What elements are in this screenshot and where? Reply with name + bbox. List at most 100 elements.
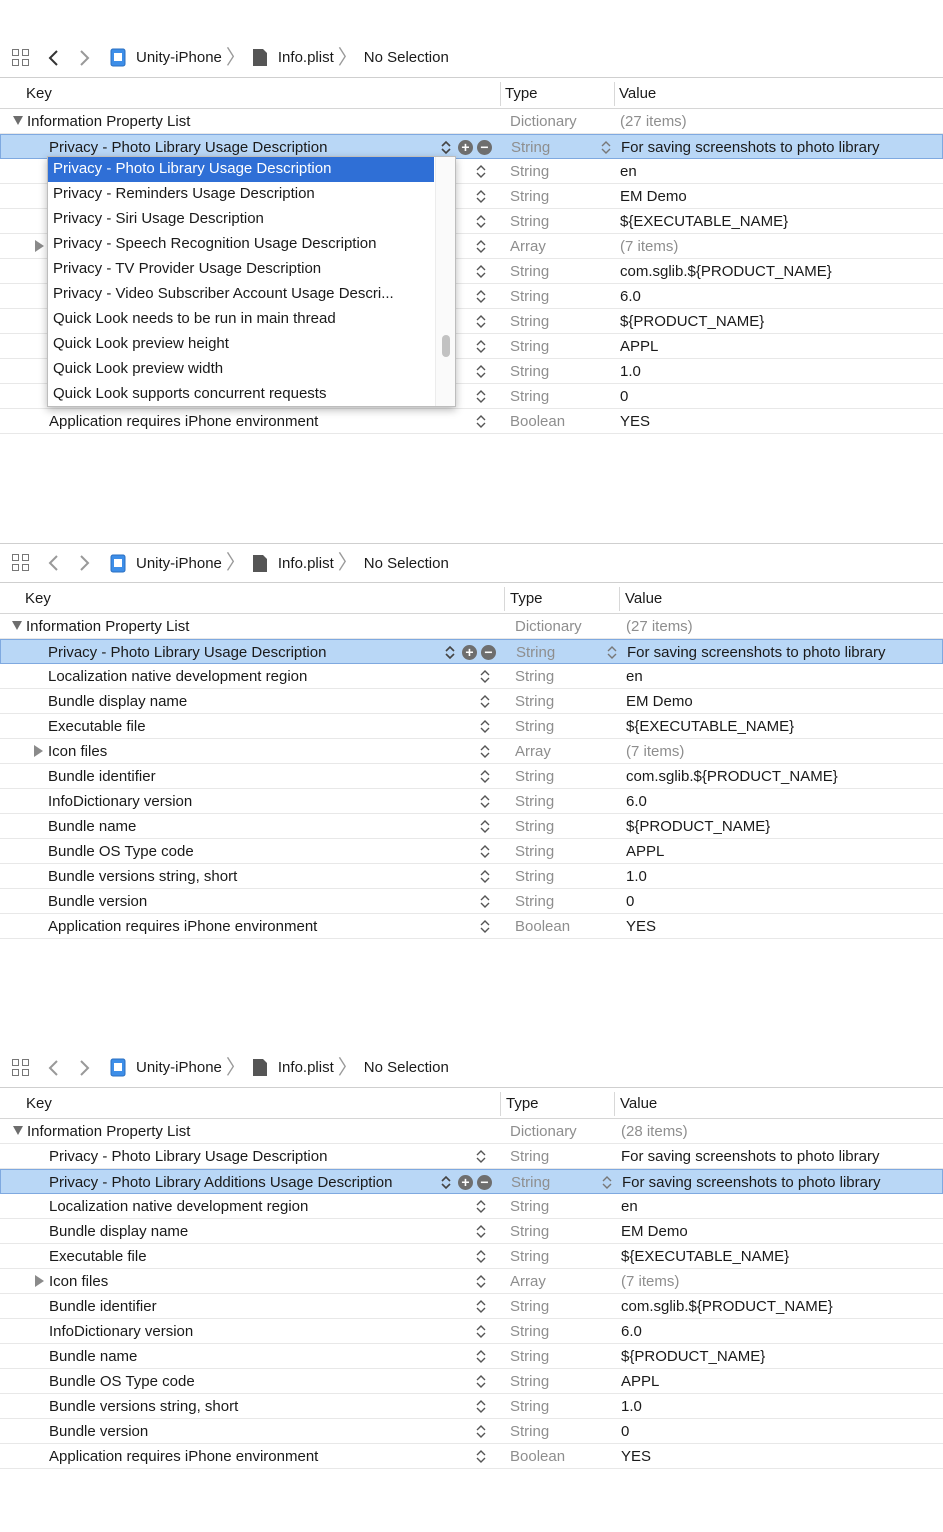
back-arrow-icon[interactable] [46, 1058, 60, 1078]
up-down-stepper-icon[interactable] [480, 794, 490, 809]
column-divider[interactable] [619, 587, 620, 611]
table-row[interactable]: Privacy - Photo Library Usage Descriptio… [0, 1144, 943, 1169]
table-row[interactable]: Localization native development region S… [0, 664, 943, 689]
table-row[interactable]: Application requires iPhone environment … [0, 914, 943, 939]
dropdown-item[interactable]: Privacy - TV Provider Usage Description [48, 257, 434, 282]
up-down-stepper-icon[interactable] [480, 744, 490, 759]
up-down-stepper-icon[interactable] [476, 339, 486, 354]
table-row[interactable]: Bundle name String ${PRODUCT_NAME} [0, 1344, 943, 1369]
key-cell[interactable]: Privacy - Photo Library Additions Usage … [49, 1174, 393, 1191]
up-down-stepper-icon[interactable] [476, 1199, 486, 1214]
root-row[interactable]: Information Property List Dictionary (27… [0, 614, 943, 639]
up-down-stepper-icon[interactable] [480, 919, 490, 934]
breadcrumb-project[interactable]: Unity-iPhone [110, 1058, 222, 1077]
disclosure-right-icon[interactable] [35, 1275, 44, 1287]
dropdown-item[interactable]: Quick Look needs to be run in main threa… [48, 307, 434, 332]
column-header-key[interactable]: Key [25, 590, 51, 607]
up-down-stepper-icon[interactable] [476, 1424, 486, 1439]
column-divider[interactable] [500, 82, 501, 106]
breadcrumb-file[interactable]: Info.plist [252, 1058, 334, 1077]
remove-circle-icon[interactable]: − [481, 645, 496, 660]
dropdown-scrollbar[interactable] [435, 157, 455, 406]
column-header-key[interactable]: Key [26, 85, 52, 102]
column-header-type[interactable]: Type [506, 1095, 539, 1112]
dropdown-item[interactable]: Privacy - Speech Recognition Usage Descr… [48, 232, 434, 257]
table-row[interactable]: Bundle identifier String com.sglib.${PRO… [0, 764, 943, 789]
related-items-grid-icon[interactable] [12, 1058, 30, 1077]
up-down-stepper-icon[interactable] [441, 1175, 451, 1190]
dropdown-scrollbar-thumb[interactable] [442, 335, 450, 357]
column-header-value[interactable]: Value [619, 85, 656, 102]
table-row[interactable]: Bundle version String 0 [0, 889, 943, 914]
back-arrow-icon[interactable] [46, 48, 60, 68]
key-cell[interactable]: Privacy - Photo Library Usage Descriptio… [49, 139, 327, 156]
up-down-stepper-icon[interactable] [480, 869, 490, 884]
table-row[interactable]: Bundle versions string, short String 1.0 [0, 1394, 943, 1419]
up-down-stepper-icon[interactable] [476, 264, 486, 279]
disclosure-down-icon[interactable] [13, 1126, 23, 1135]
up-down-stepper-icon[interactable] [476, 289, 486, 304]
up-down-stepper-icon[interactable] [476, 1399, 486, 1414]
up-down-stepper-icon[interactable] [602, 1175, 612, 1190]
breadcrumb-file[interactable]: Info.plist [252, 48, 334, 67]
dropdown-item[interactable]: Quick Look preview height [48, 332, 434, 357]
up-down-stepper-icon[interactable] [476, 314, 486, 329]
root-row[interactable]: Information Property List Dictionary (28… [0, 1119, 943, 1144]
disclosure-right-icon[interactable] [34, 745, 43, 757]
up-down-stepper-icon[interactable] [480, 769, 490, 784]
disclosure-down-icon[interactable] [12, 621, 22, 630]
disclosure-right-icon[interactable] [35, 240, 44, 252]
up-down-stepper-icon[interactable] [476, 1149, 486, 1164]
breadcrumb-selection[interactable]: No Selection [364, 1059, 449, 1076]
table-row[interactable]: Bundle versions string, short String 1.0 [0, 864, 943, 889]
table-row[interactable]: Application requires iPhone environment … [0, 409, 943, 434]
value-cell[interactable]: For saving screenshots to photo library [627, 644, 885, 661]
forward-arrow-icon[interactable] [78, 48, 92, 68]
table-row[interactable]: Bundle display name String EM Demo [0, 689, 943, 714]
breadcrumb-project[interactable]: Unity-iPhone [110, 48, 222, 67]
table-row[interactable]: Bundle OS Type code String APPL [0, 1369, 943, 1394]
column-header-type[interactable]: Type [510, 590, 543, 607]
column-divider[interactable] [504, 587, 505, 611]
table-row[interactable]: Localization native development region S… [0, 1194, 943, 1219]
column-divider[interactable] [614, 1092, 615, 1116]
add-circle-icon[interactable]: + [458, 1175, 473, 1190]
up-down-stepper-icon[interactable] [476, 1249, 486, 1264]
column-header-value[interactable]: Value [625, 590, 662, 607]
add-circle-icon[interactable]: + [462, 645, 477, 660]
dropdown-item[interactable]: Privacy - Photo Library Usage Descriptio… [48, 157, 434, 182]
table-row[interactable]: InfoDictionary version String 6.0 [0, 789, 943, 814]
dropdown-item[interactable]: Quick Look supports concurrent requests [48, 382, 434, 406]
table-row[interactable]: Bundle version String 0 [0, 1419, 943, 1444]
value-cell[interactable]: For saving screenshots to photo library [621, 139, 879, 156]
breadcrumb-selection[interactable]: No Selection [364, 49, 449, 66]
dropdown-item[interactable]: Quick Look preview width [48, 357, 434, 382]
type-cell[interactable]: String [511, 139, 550, 156]
table-row[interactable]: Bundle identifier String com.sglib.${PRO… [0, 1294, 943, 1319]
key-cell[interactable]: Privacy - Photo Library Usage Descriptio… [48, 644, 326, 661]
up-down-stepper-icon[interactable] [607, 645, 617, 660]
root-row[interactable]: Information Property List Dictionary (27… [0, 109, 943, 134]
disclosure-down-icon[interactable] [13, 116, 23, 125]
dropdown-item[interactable]: Privacy - Siri Usage Description [48, 207, 434, 232]
remove-circle-icon[interactable]: − [477, 140, 492, 155]
column-divider[interactable] [614, 82, 615, 106]
up-down-stepper-icon[interactable] [476, 1224, 486, 1239]
related-items-grid-icon[interactable] [12, 48, 30, 67]
table-row[interactable]: Bundle OS Type code String APPL [0, 839, 943, 864]
up-down-stepper-icon[interactable] [476, 214, 486, 229]
breadcrumb-file[interactable]: Info.plist [252, 554, 334, 573]
remove-circle-icon[interactable]: − [477, 1175, 492, 1190]
key-autocomplete-dropdown[interactable]: Privacy - Photo Library Usage Descriptio… [47, 156, 456, 407]
table-row[interactable]: Icon files Array (7 items) [0, 739, 943, 764]
related-items-grid-icon[interactable] [12, 554, 30, 572]
table-row[interactable]: Executable file String ${EXECUTABLE_NAME… [0, 714, 943, 739]
table-row[interactable]: Application requires iPhone environment … [0, 1444, 943, 1469]
forward-arrow-icon[interactable] [78, 553, 92, 573]
up-down-stepper-icon[interactable] [480, 894, 490, 909]
dropdown-item[interactable]: Privacy - Reminders Usage Description [48, 182, 434, 207]
up-down-stepper-icon[interactable] [601, 140, 611, 155]
table-row-selected[interactable]: Privacy - Photo Library Additions Usage … [0, 1169, 943, 1194]
table-row[interactable]: Executable file String ${EXECUTABLE_NAME… [0, 1244, 943, 1269]
up-down-stepper-icon[interactable] [445, 645, 455, 660]
